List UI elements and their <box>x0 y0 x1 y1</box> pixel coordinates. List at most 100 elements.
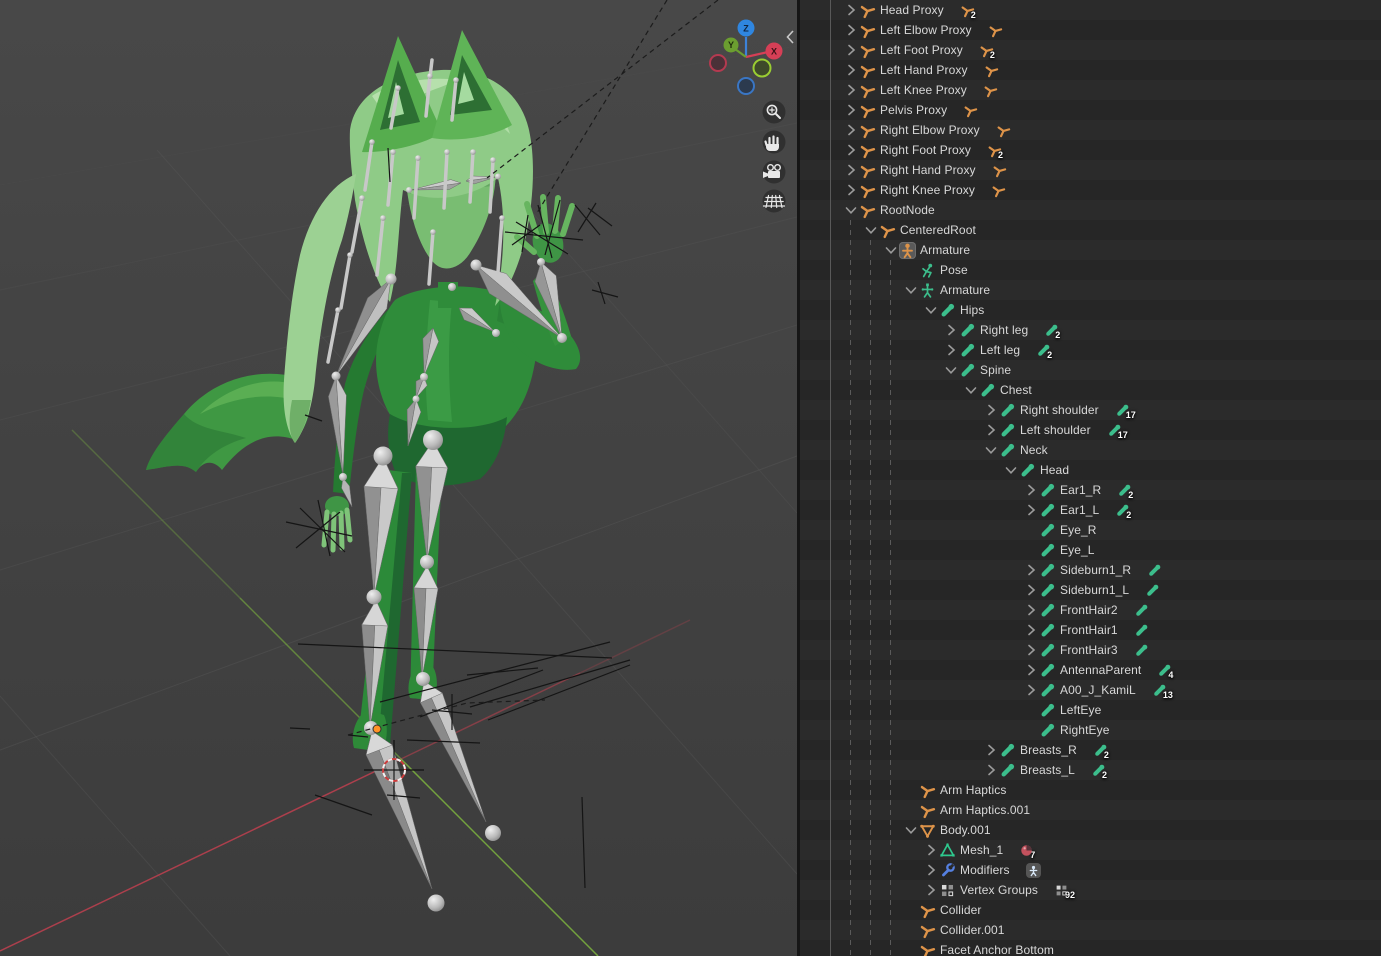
outliner-item-label[interactable]: Sideburn1_L <box>1060 583 1129 597</box>
bone-icon[interactable] <box>979 382 996 399</box>
collapse-arrow[interactable] <box>1003 462 1019 478</box>
outliner-item-label[interactable]: RootNode <box>880 203 935 217</box>
outliner-row[interactable]: Ear1_L2 <box>800 500 1381 520</box>
outliner-panel[interactable]: Head Proxy2Left Elbow ProxyLeft Foot Pro… <box>800 0 1381 956</box>
expand-arrow[interactable] <box>1023 482 1039 498</box>
outliner-row[interactable]: Right leg2 <box>800 320 1381 340</box>
empty-icon[interactable] <box>859 82 876 99</box>
bone-icon[interactable] <box>999 402 1016 419</box>
outliner-item-label[interactable]: LeftEye <box>1060 703 1101 717</box>
outliner-item-label[interactable]: Armature <box>940 283 990 297</box>
bone-icon[interactable] <box>1039 542 1056 559</box>
outliner-item-label[interactable]: Left leg <box>980 343 1020 357</box>
outliner-row[interactable]: Sideburn1_L <box>800 580 1381 600</box>
outliner-row[interactable]: Arm Haptics.001 <box>800 800 1381 820</box>
outliner-item-label[interactable]: Right Foot Proxy <box>880 143 971 157</box>
outliner-row[interactable]: Mesh_17 <box>800 840 1381 860</box>
outliner-row[interactable]: Spine <box>800 360 1381 380</box>
bone-icon[interactable] <box>1039 702 1056 719</box>
outliner-row[interactable]: A00_J_KamiL13 <box>800 680 1381 700</box>
bone-icon[interactable] <box>959 342 976 359</box>
outliner-row[interactable]: Left Elbow Proxy <box>800 20 1381 40</box>
outliner-item-label[interactable]: Right Elbow Proxy <box>880 123 980 137</box>
outliner-item-label[interactable]: Ear1_L <box>1060 503 1099 517</box>
gizmo-z-negative-ball[interactable] <box>738 78 754 94</box>
empty-icon[interactable] <box>859 182 876 199</box>
outliner-row[interactable]: Right Foot Proxy2 <box>800 140 1381 160</box>
expand-arrow[interactable] <box>1023 582 1039 598</box>
bone-icon[interactable] <box>1039 622 1056 639</box>
bone-icon[interactable] <box>999 442 1016 459</box>
outliner-row[interactable]: Left Knee Proxy <box>800 80 1381 100</box>
expand-arrow[interactable] <box>843 62 859 78</box>
outliner-row[interactable]: Modifiers <box>800 860 1381 880</box>
bone-icon[interactable] <box>1039 722 1056 739</box>
outliner-item-label[interactable]: AntennaParent <box>1060 663 1141 677</box>
bone-icon[interactable] <box>1039 482 1056 499</box>
outliner-row[interactable]: Left Foot Proxy2 <box>800 40 1381 60</box>
gizmo-y-negative-ball[interactable] <box>754 60 771 77</box>
empty-icon[interactable] <box>859 142 876 159</box>
expand-arrow[interactable] <box>843 142 859 158</box>
outliner-item-label[interactable]: Mesh_1 <box>960 843 1003 857</box>
empty-icon[interactable] <box>919 922 936 939</box>
bone-icon[interactable] <box>999 762 1016 779</box>
outliner-item-label[interactable]: Left Foot Proxy <box>880 43 963 57</box>
gizmo-z-ball[interactable]: Z <box>738 20 755 37</box>
bone-icon[interactable] <box>999 422 1016 439</box>
bone-icon[interactable] <box>1039 502 1056 519</box>
outliner-row[interactable]: Eye_R <box>800 520 1381 540</box>
outliner-item-label[interactable]: FrontHair1 <box>1060 623 1118 637</box>
empty-icon[interactable] <box>859 102 876 119</box>
outliner-row[interactable]: Sideburn1_R <box>800 560 1381 580</box>
bone-icon[interactable] <box>1039 662 1056 679</box>
outliner-row[interactable]: Neck <box>800 440 1381 460</box>
empty-icon[interactable] <box>879 222 896 239</box>
outliner-item-label[interactable]: FrontHair3 <box>1060 643 1118 657</box>
outliner-row[interactable]: Body.001 <box>800 820 1381 840</box>
bone-icon[interactable] <box>959 362 976 379</box>
outliner-item-label[interactable]: Facet Anchor Bottom <box>940 943 1054 956</box>
outliner-item-label[interactable]: Spine <box>980 363 1011 377</box>
collapse-arrow[interactable] <box>863 222 879 238</box>
outliner-item-label[interactable]: Left Hand Proxy <box>880 63 968 77</box>
outliner-item-label[interactable]: Left shoulder <box>1020 423 1091 437</box>
empty-icon[interactable] <box>919 942 936 956</box>
expand-arrow[interactable] <box>843 42 859 58</box>
expand-arrow[interactable] <box>1023 622 1039 638</box>
outliner-row[interactable]: Hips <box>800 300 1381 320</box>
expand-arrow[interactable] <box>843 22 859 38</box>
outliner-item-label[interactable]: Collider <box>940 903 981 917</box>
expand-arrow[interactable] <box>983 762 999 778</box>
outliner-item-label[interactable]: Sideburn1_R <box>1060 563 1131 577</box>
outliner-item-label[interactable]: Breasts_L <box>1020 763 1075 777</box>
outliner-row[interactable]: Left shoulder17 <box>800 420 1381 440</box>
bone-icon[interactable] <box>1039 682 1056 699</box>
empty-icon[interactable] <box>919 902 936 919</box>
bone-icon[interactable] <box>1039 642 1056 659</box>
gizmo-x-negative-ball[interactable] <box>710 55 726 71</box>
expand-arrow[interactable] <box>983 402 999 418</box>
outliner-row[interactable]: Pelvis Proxy <box>800 100 1381 120</box>
outliner-row[interactable]: Right Elbow Proxy <box>800 120 1381 140</box>
outliner-row[interactable]: Pose <box>800 260 1381 280</box>
expand-arrow[interactable] <box>1023 502 1039 518</box>
empty-icon[interactable] <box>859 62 876 79</box>
outliner-row[interactable]: Facet Anchor Bottom <box>800 940 1381 956</box>
outliner-row[interactable]: Armature <box>800 280 1381 300</box>
expand-arrow[interactable] <box>923 842 939 858</box>
collapse-arrow[interactable] <box>983 442 999 458</box>
outliner-row[interactable]: Chest <box>800 380 1381 400</box>
collapse-arrow[interactable] <box>963 382 979 398</box>
gizmo-x-ball[interactable]: X <box>766 43 783 60</box>
outliner-item-label[interactable]: Left Elbow Proxy <box>880 23 972 37</box>
expand-arrow[interactable] <box>1023 662 1039 678</box>
outliner-row[interactable]: FrontHair2 <box>800 600 1381 620</box>
outliner-row[interactable]: Right Hand Proxy <box>800 160 1381 180</box>
armature-data-icon[interactable] <box>919 282 936 299</box>
outliner-item-label[interactable]: CenteredRoot <box>900 223 976 237</box>
expand-arrow[interactable] <box>1023 602 1039 618</box>
outliner-item-label[interactable]: Ear1_R <box>1060 483 1101 497</box>
expand-arrow[interactable] <box>943 342 959 358</box>
expand-arrow[interactable] <box>1023 562 1039 578</box>
